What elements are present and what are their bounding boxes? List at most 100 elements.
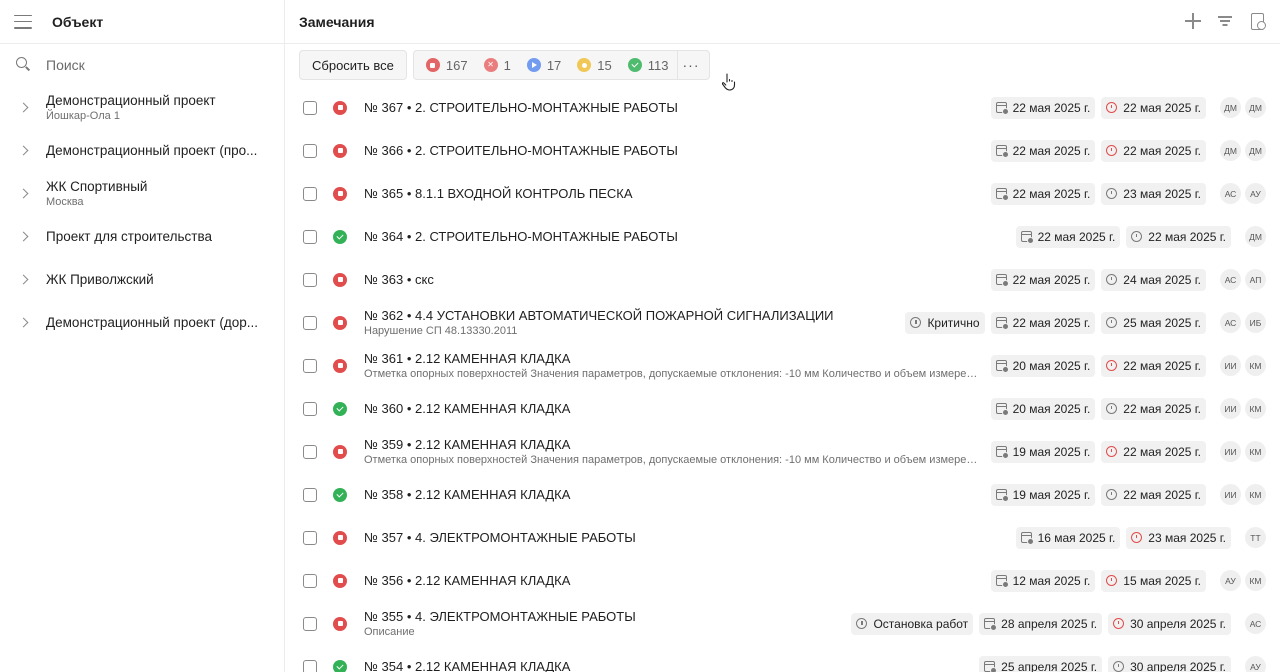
avatar[interactable]: АС [1220,312,1241,333]
avatar[interactable]: АУ [1245,656,1266,672]
row-checkbox[interactable] [303,100,317,115]
row-checkbox[interactable] [303,358,317,373]
project-text: ЖК Спортивный Москва [46,179,147,208]
issue-row[interactable]: № 363 • скс 22 мая 2025 г. 24 мая 2025 г. А… [285,258,1280,301]
chevron-right-icon[interactable] [16,273,30,287]
avatar[interactable]: ДМ [1220,140,1241,161]
issue-row[interactable]: № 354 • 2.12 КАМЕННАЯ КЛАДКА 25 апреля 20… [285,645,1280,672]
assignees: АУ [1245,656,1266,672]
issue-description: Нарушение СП 48.13330.2011 [364,325,518,337]
search-input[interactable] [46,57,266,73]
row-checkbox[interactable] [303,229,317,244]
row-checkbox[interactable] [303,444,317,459]
row-checkbox[interactable] [303,487,317,502]
project-item[interactable]: Проект для строительства [0,215,284,258]
row-checkbox[interactable] [303,573,317,588]
status-chip-review[interactable]: 15 [569,51,619,79]
issue-row[interactable]: № 356 • 2.12 КАМЕННАЯ КЛАДКА 12 мая 2025 … [285,559,1280,602]
created-date-tag: 20 мая 2025 г. [990,397,1096,420]
project-name: Демонстрационный проект (про... [46,143,258,158]
chevron-right-icon[interactable] [16,316,30,330]
hand-cursor-icon [722,73,736,91]
issue-row[interactable]: № 365 • 8.1.1 ВХОДНОЙ КОНТРОЛЬ ПЕСКА 22 м… [285,172,1280,215]
issue-row[interactable]: № 364 • 2. СТРОИТЕЛЬНО-МОНТАЖНЫЕ РАБОТЫ 2… [285,215,1280,258]
assignees: ИИ КМ [1220,355,1266,376]
add-icon[interactable] [1184,12,1202,30]
avatar[interactable]: КМ [1245,441,1266,462]
issue-row[interactable]: № 357 • 4. ЭЛЕКТРОМОНТАЖНЫЕ РАБОТЫ 16 мая… [285,516,1280,559]
project-item[interactable]: ЖК Спортивный Москва [0,172,284,215]
due-date-tag: 22 мая 2025 г. [1126,225,1231,248]
avatar[interactable]: КМ [1245,484,1266,505]
avatar[interactable]: КМ [1245,398,1266,419]
export-document-icon[interactable] [1248,12,1266,30]
hamburger-menu-icon[interactable] [14,14,32,29]
avatar[interactable]: КМ [1245,355,1266,376]
chevron-right-icon[interactable] [16,101,30,115]
project-item[interactable]: Демонстрационный проект Йошкар-Ола 1 [0,86,284,129]
avatar[interactable]: ИИ [1220,484,1241,505]
avatar[interactable]: ИИ [1220,398,1241,419]
issue-row[interactable]: № 360 • 2.12 КАМЕННАЯ КЛАДКА 20 мая 2025 … [285,387,1280,430]
status-chip-done[interactable]: 113 [620,51,677,79]
row-checkbox[interactable] [303,186,317,201]
created-date: 20 мая 2025 г. [1012,358,1091,373]
assignees: ИИ КМ [1220,398,1266,419]
calendar-icon [995,446,1009,459]
more-filters-button[interactable]: ··· [676,51,705,79]
avatar[interactable]: ДМ [1245,140,1266,161]
chevron-right-icon[interactable] [16,230,30,244]
filter-icon[interactable] [1216,12,1234,30]
avatar[interactable]: АС [1245,613,1266,634]
avatar[interactable]: АУ [1245,183,1266,204]
row-checkbox[interactable] [303,530,317,545]
due-date: 22 мая 2025 г. [1123,401,1201,416]
reset-all-button[interactable]: Сбросить все [299,50,407,80]
avatar[interactable]: ДМ [1245,226,1266,247]
issue-row[interactable]: № 367 • 2. СТРОИТЕЛЬНО-МОНТАЖНЫЕ РАБОТЫ 2… [285,86,1280,129]
avatar[interactable]: ТТ [1245,527,1266,548]
status-count: 15 [597,57,612,73]
avatar[interactable]: АС [1220,269,1241,290]
issue-row[interactable]: № 362 • 4.4 УСТАНОВКИ АВТОМАТИЧЕСКОЙ ПОЖ… [285,301,1280,344]
issue-row[interactable]: № 358 • 2.12 КАМЕННАЯ КЛАДКА 19 мая 2025 … [285,473,1280,516]
row-checkbox[interactable] [303,272,317,287]
issue-row[interactable]: № 366 • 2. СТРОИТЕЛЬНО-МОНТАЖНЫЕ РАБОТЫ 2… [285,129,1280,172]
created-date: 28 апреля 2025 г. [1001,616,1098,631]
status-chip-open[interactable]: 167 [418,51,476,79]
row-checkbox[interactable] [303,616,317,631]
chevron-right-icon[interactable] [16,187,30,201]
issue-title: № 360 • 2.12 КАМЕННАЯ КЛАДКА [364,401,571,416]
avatar[interactable]: АУ [1220,570,1241,591]
row-checkbox[interactable] [303,143,317,158]
row-checkbox[interactable] [303,315,317,330]
avatar[interactable]: ИИ [1220,441,1241,462]
alarm-clock-icon [1113,618,1125,629]
row-checkbox[interactable] [303,401,317,416]
avatar[interactable]: АС [1220,183,1241,204]
avatar[interactable]: КМ [1245,570,1266,591]
issue-row[interactable]: № 359 • 2.12 КАМЕННАЯ КЛАДКА Отметка опор… [285,430,1280,473]
avatar[interactable]: АП [1245,269,1266,290]
avatar[interactable]: ДМ [1245,97,1266,118]
issue-row[interactable]: № 355 • 4. ЭЛЕКТРОМОНТАЖНЫЕ РАБОТЫ Описан… [285,602,1280,645]
chevron-right-icon[interactable] [16,144,30,158]
project-text: ЖК Приволжский [46,272,154,287]
issue-row[interactable]: № 361 • 2.12 КАМЕННАЯ КЛАДКА Отметка опор… [285,344,1280,387]
project-item[interactable]: ЖК Приволжский [0,258,284,301]
avatar[interactable]: ИБ [1245,312,1266,333]
avatar[interactable]: ИИ [1220,355,1241,376]
issue-description: Отметка опорных поверхностей Значения па… [364,368,979,380]
due-date-tag: 22 мая 2025 г. [1101,483,1206,506]
due-date: 15 мая 2025 г. [1123,573,1201,588]
status-chip-in-progress[interactable]: 17 [519,51,569,79]
project-item[interactable]: Демонстрационный проект (про... [0,129,284,172]
project-item[interactable]: Демонстрационный проект (дор... [0,301,284,344]
created-date: 12 мая 2025 г. [1012,573,1091,588]
alarm-clock-icon [1106,102,1118,113]
green-check-status-icon [333,229,347,244]
row-checkbox[interactable] [303,659,317,672]
due-date-tag: 22 мая 2025 г. [1101,354,1206,377]
avatar[interactable]: ДМ [1220,97,1241,118]
status-chip-rejected[interactable]: 1 [476,51,519,79]
